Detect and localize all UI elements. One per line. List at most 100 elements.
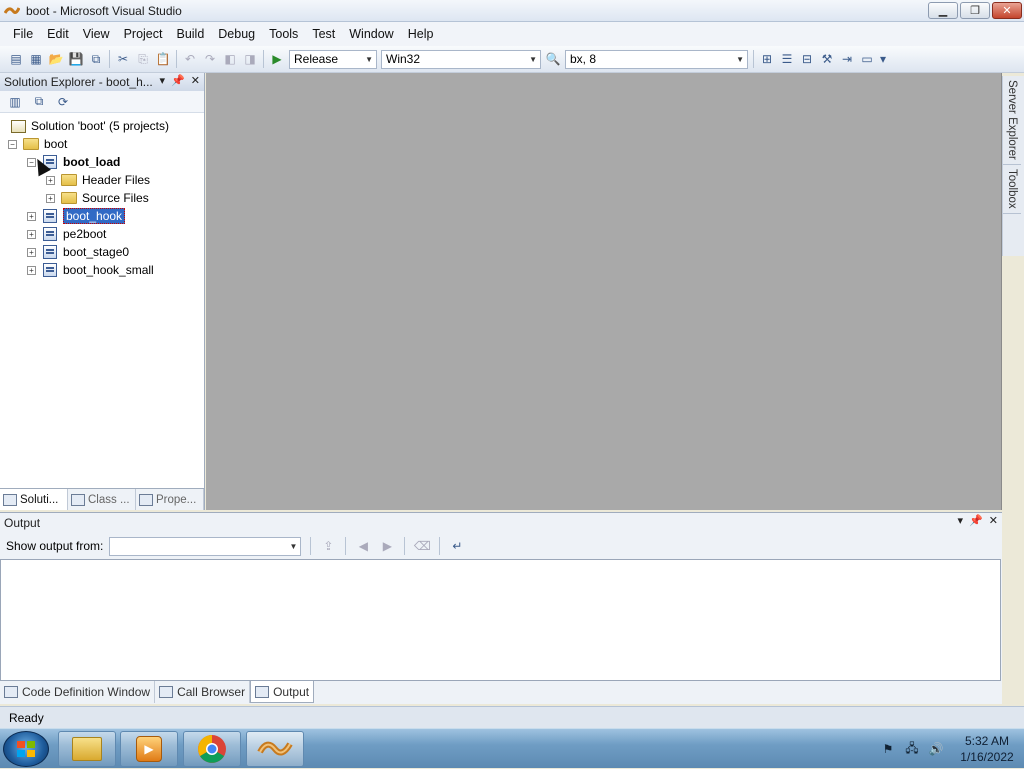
expand-icon[interactable]: +	[27, 265, 36, 275]
tab-solution-explorer[interactable]: Soluti...	[0, 489, 68, 510]
find-combo[interactable]: bx, 8 ▼	[565, 49, 748, 69]
network-icon[interactable]: 🖧	[904, 741, 920, 756]
chrome-icon	[198, 735, 226, 763]
word-wrap-icon[interactable]: ↵	[447, 536, 467, 556]
save-all-icon[interactable]: ⧉	[86, 49, 106, 69]
folder-icon	[72, 737, 102, 761]
start-debugging-icon[interactable]: ▶	[267, 49, 287, 69]
menu-build[interactable]: Build	[169, 27, 211, 41]
toolbar-separator	[109, 50, 110, 68]
output-title: Output	[4, 516, 41, 530]
toolbar-options-icon[interactable]: ▾	[877, 49, 889, 69]
new-project-icon[interactable]: ▤	[6, 49, 26, 69]
copy-icon[interactable]: ⎘	[133, 49, 153, 69]
folder-node-header-files[interactable]: + Header Files	[46, 171, 150, 189]
start-page-icon[interactable]: ⇥	[837, 49, 857, 69]
expand-icon[interactable]: +	[27, 247, 36, 257]
pin-icon[interactable]: 📌	[969, 514, 983, 527]
show-all-files-icon[interactable]: ⧉	[30, 93, 48, 111]
window-title: boot - Microsoft Visual Studio	[26, 3, 182, 18]
properties-window-icon[interactable]: ☰	[777, 49, 797, 69]
navigate-forward-icon[interactable]: ◨	[240, 49, 260, 69]
taskbar-visual-studio[interactable]	[246, 731, 304, 767]
volume-icon[interactable]: 🔊	[928, 742, 944, 756]
project-node-pe2boot[interactable]: + pe2boot	[27, 225, 106, 243]
save-icon[interactable]: 💾	[66, 49, 86, 69]
tab-call-browser[interactable]: Call Browser	[155, 681, 251, 703]
action-center-icon[interactable]: ⚑	[880, 742, 896, 756]
next-message-icon[interactable]: ▶	[377, 536, 397, 556]
menu-edit[interactable]: Edit	[40, 27, 76, 41]
pin-icon[interactable]: 📌	[171, 74, 185, 87]
cut-icon[interactable]: ✂	[113, 49, 133, 69]
restore-button[interactable]: ❐	[960, 2, 990, 19]
taskbar-media-player[interactable]: ▶	[120, 731, 178, 767]
close-button[interactable]: ✕	[992, 2, 1022, 19]
tab-class-view[interactable]: Class ...	[68, 489, 136, 510]
clear-all-icon[interactable]: ⌫	[412, 536, 432, 556]
code-definition-icon	[4, 686, 18, 698]
menu-window[interactable]: Window	[342, 27, 400, 41]
properties-icon[interactable]: ▥	[6, 93, 24, 111]
paste-icon[interactable]: 📋	[153, 49, 173, 69]
tab-code-definition-window[interactable]: Code Definition Window	[0, 681, 156, 703]
open-file-icon[interactable]: 📂	[46, 49, 66, 69]
menu-help[interactable]: Help	[401, 27, 441, 41]
solution-node[interactable]: Solution 'boot' (5 projects)	[10, 117, 169, 135]
project-icon	[42, 245, 58, 259]
expand-icon[interactable]: +	[27, 229, 36, 239]
clock[interactable]: 5:32 AM 1/16/2022	[956, 733, 1018, 765]
tab-label: Call Browser	[177, 685, 246, 699]
refresh-icon[interactable]: ⟳	[54, 93, 72, 111]
object-browser-icon[interactable]: ⊟	[797, 49, 817, 69]
show-output-select[interactable]: ▼	[109, 536, 302, 556]
restore-icon: ❐	[970, 5, 980, 17]
menu-test[interactable]: Test	[305, 27, 342, 41]
close-icon[interactable]: ✕	[191, 74, 200, 87]
toolbox-icon[interactable]: ⚒	[817, 49, 837, 69]
expand-icon[interactable]: +	[46, 175, 55, 185]
command-window-icon[interactable]: ▭	[857, 49, 877, 69]
tab-output[interactable]: Output	[250, 681, 315, 703]
find-message-icon[interactable]: ⇪	[318, 536, 338, 556]
project-node-boot-hook-small[interactable]: + boot_hook_small	[27, 261, 154, 279]
folder-node-source-files[interactable]: + Source Files	[46, 189, 149, 207]
taskbar-chrome[interactable]	[183, 731, 241, 767]
platform-select[interactable]: Win32 ▼	[381, 49, 541, 69]
menu-tools[interactable]: Tools	[262, 27, 305, 41]
folder-label: Source Files	[82, 191, 149, 205]
solution-explorer-icon[interactable]: ⊞	[757, 49, 777, 69]
configuration-select[interactable]: Release ▼	[289, 49, 377, 69]
class-view-icon	[71, 493, 85, 506]
undo-icon[interactable]: ↶	[180, 49, 200, 69]
menu-debug[interactable]: Debug	[211, 27, 262, 41]
server-explorer-tab[interactable]: Server Explorer	[1003, 76, 1021, 165]
window-position-icon[interactable]: ▾	[160, 74, 166, 87]
project-node-boot-hook[interactable]: + boot_hook	[27, 207, 126, 225]
navigate-backward-icon[interactable]: ◧	[220, 49, 240, 69]
find-in-files-icon[interactable]: 🔍	[543, 49, 563, 69]
start-button[interactable]	[3, 731, 49, 767]
expand-icon[interactable]: +	[27, 211, 36, 221]
output-text[interactable]	[0, 559, 1001, 681]
toolbox-tab[interactable]: Toolbox	[1003, 165, 1021, 214]
add-item-icon[interactable]: ▦	[26, 49, 46, 69]
chevron-down-icon: ▼	[365, 54, 373, 64]
previous-message-icon[interactable]: ◀	[353, 536, 373, 556]
window-position-icon[interactable]: ▾	[958, 514, 964, 527]
taskbar-explorer[interactable]	[58, 731, 116, 767]
menu-view[interactable]: View	[76, 27, 117, 41]
close-icon[interactable]: ✕	[989, 514, 998, 527]
menu-file[interactable]: File	[6, 27, 40, 41]
expand-icon[interactable]: +	[46, 193, 55, 203]
redo-icon[interactable]: ↷	[200, 49, 220, 69]
tab-property-manager[interactable]: Prope...	[136, 489, 204, 510]
menu-project[interactable]: Project	[117, 27, 170, 41]
output-tabs: Code Definition Window Call Browser Outp…	[0, 681, 315, 703]
solution-icon	[10, 119, 26, 133]
collapse-icon[interactable]: −	[8, 139, 17, 149]
minimize-button[interactable]: ▁	[928, 2, 958, 19]
folder-node-boot[interactable]: − boot	[8, 135, 67, 153]
project-node-boot-stage0[interactable]: + boot_stage0	[27, 243, 129, 261]
chevron-down-icon: ▼	[529, 54, 537, 64]
